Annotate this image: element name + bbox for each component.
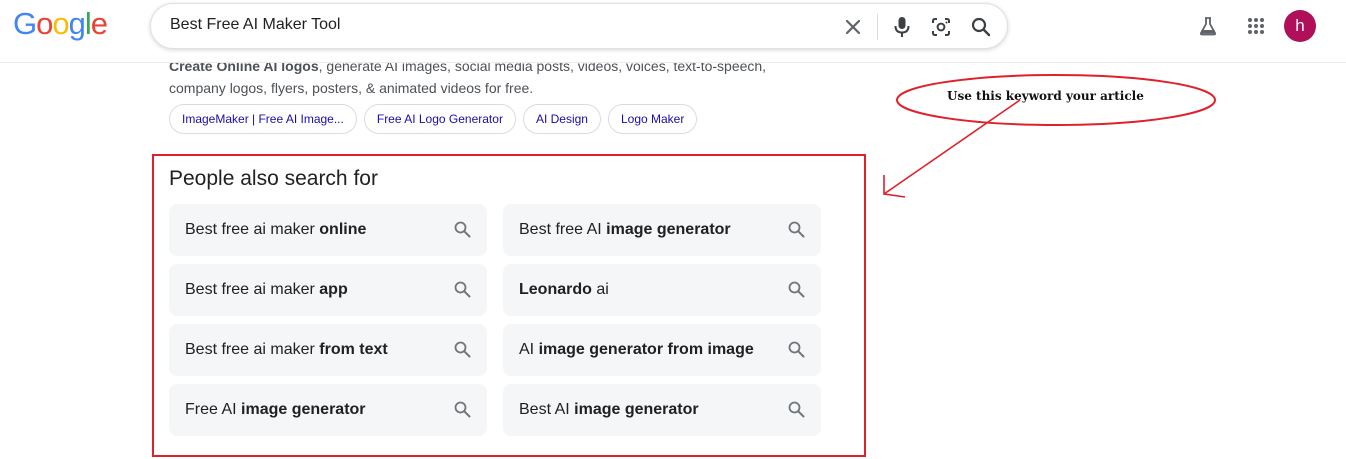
annotation-text: Use this keyword your article	[947, 89, 1144, 103]
annotation-arrow-shaft	[883, 99, 1021, 195]
annotation-overlay	[883, 74, 1216, 198]
